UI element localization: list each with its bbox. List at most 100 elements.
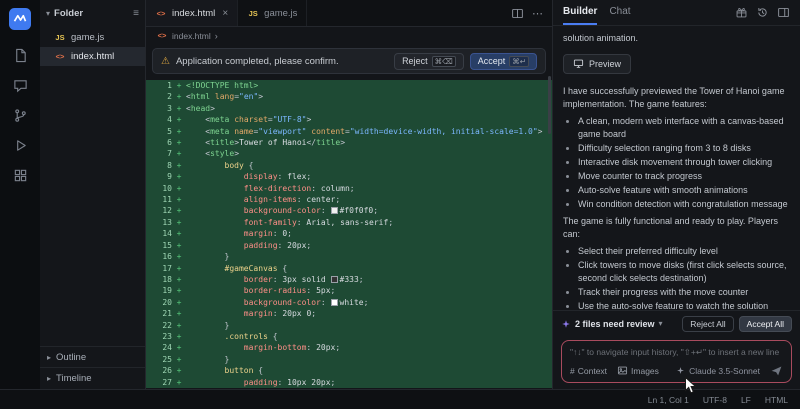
line-number: 15 [146,240,172,251]
code-token: </ [306,138,316,147]
code-token [186,218,244,227]
code-text: background-color: #f0f0f0; [186,205,552,216]
context-button[interactable]: # Context [570,366,607,376]
run-icon[interactable] [6,132,34,158]
list-item: Win condition detection with congratulat… [578,198,790,211]
list-item: Track their progress with the move count… [578,286,790,299]
diff-added-sign: + [172,297,186,308]
code-token: align-items [244,195,297,204]
code-token: : [321,206,331,215]
preview-button[interactable]: Preview [563,54,631,75]
history-icon[interactable] [756,6,769,19]
chevron-down-icon[interactable]: ▾ [659,319,663,328]
code-token [186,286,244,295]
list-item: Use the auto-solve feature to watch the … [578,300,790,311]
list-item: Difficulty selection ranging from 3 to 8… [578,142,790,155]
sidebar-section-outline[interactable]: ▸Outline [40,347,145,368]
status-item[interactable]: Ln 1, Col 1 [648,395,689,405]
code-token: background-color [244,298,321,307]
code-token: lang [215,92,234,101]
diff-added-sign: + [172,80,186,91]
code-line: 25+ } [146,354,552,365]
code-line: 23+ .controls { [146,331,552,342]
reject-all-button[interactable]: Reject All [682,316,733,332]
code-text: } [186,320,552,331]
review-count: 2 files need review [575,319,655,329]
reject-button[interactable]: Reject ⌘⌫ [394,53,464,70]
code-text: padding: 20px; [186,240,552,251]
review-buttons: Reject All Accept All [682,316,792,332]
layout-icon[interactable] [777,6,790,19]
diff-added-sign: + [172,228,186,239]
model-selector[interactable]: Claude 3.5-Sonnet [676,366,760,376]
code-token: column [321,184,350,193]
file-item-game.js[interactable]: JSgame.js [40,28,145,47]
editor-group: <>index.html×JSgame.js ⋯ <> index.html ›… [146,0,552,389]
source-control-icon[interactable] [6,102,34,128]
chat-input[interactable] [570,347,783,357]
close-icon[interactable]: × [222,8,228,19]
code-token: : [278,378,288,387]
chevron-right-icon: ▸ [47,374,51,383]
status-item[interactable]: HTML [765,395,788,405]
code-editor[interactable]: 1+<!DOCTYPE html>2+<html lang="en">3+<he… [146,80,552,389]
code-token: { [268,332,278,341]
tab-chat[interactable]: Chat [609,0,630,25]
accept-button[interactable]: Accept ⌘↵ [470,53,537,70]
file-item-index.html[interactable]: <>index.html [40,47,145,66]
gift-icon[interactable] [735,6,748,19]
code-text: } [186,354,552,365]
images-button[interactable]: Images [617,365,659,376]
code-token: ; [373,206,378,215]
html-file-icon: <> [156,31,168,40]
sidebar-section-timeline[interactable]: ▸ Timeline [40,368,145,389]
status-item[interactable]: UTF-8 [703,395,727,405]
code-token: body [225,161,244,170]
code-token: } [186,252,229,261]
app-logo[interactable] [9,8,31,30]
assistant-messages: solution animation. Preview I have succe… [553,26,800,310]
breadcrumb[interactable]: <> index.html › [146,27,552,44]
accept-all-button[interactable]: Accept All [739,316,792,332]
editor-tab-index.html[interactable]: <>index.html× [146,0,238,26]
more-actions-icon[interactable]: ⋯ [532,7,543,20]
code-token: : [297,195,307,204]
line-number: 8 [146,160,172,171]
tab-builder[interactable]: Builder [563,0,597,25]
editor-scrollbar[interactable] [548,76,551,134]
code-token [186,275,244,284]
files-icon[interactable] [6,42,34,68]
explorer-sidebar: ▾ Folder ≡ JSgame.js<>index.html ▸Outlin… [40,0,146,389]
code-token [186,172,244,181]
extensions-icon[interactable] [6,162,34,188]
code-line: 12+ background-color: #f0f0f0; [146,205,552,216]
code-token: : [321,298,331,307]
chat-icon[interactable] [6,72,34,98]
code-line: 14+ margin: 0; [146,228,552,239]
code-token: solid [297,275,331,284]
section-label: Outline [56,352,86,363]
sidebar-menu-icon[interactable]: ≡ [133,8,139,19]
code-token: 20px [287,241,306,250]
send-icon[interactable] [770,364,783,377]
diff-added-sign: + [172,377,186,388]
accept-shortcut: ⌘↵ [509,56,529,67]
status-item[interactable]: LF [741,395,751,405]
code-token [186,206,244,215]
code-token: ; [287,229,292,238]
sidebar-header[interactable]: ▾ Folder ≡ [40,0,145,26]
code-token: name [234,127,253,136]
editor-tab-game.js[interactable]: JSgame.js [238,0,307,26]
code-token: font-family [244,218,297,227]
split-editor-icon[interactable] [511,7,524,20]
code-line: 27+ padding: 10px 20px; [146,377,552,388]
image-icon [617,365,628,376]
code-token: padding [244,241,278,250]
code-token: background-color [244,206,321,215]
code-token: head [191,104,210,113]
section-label: Timeline [56,373,92,384]
reject-label: Reject [402,56,428,66]
diff-added-sign: + [172,183,186,194]
diff-added-sign: + [172,148,186,159]
warning-icon: ⚠ [161,56,170,67]
